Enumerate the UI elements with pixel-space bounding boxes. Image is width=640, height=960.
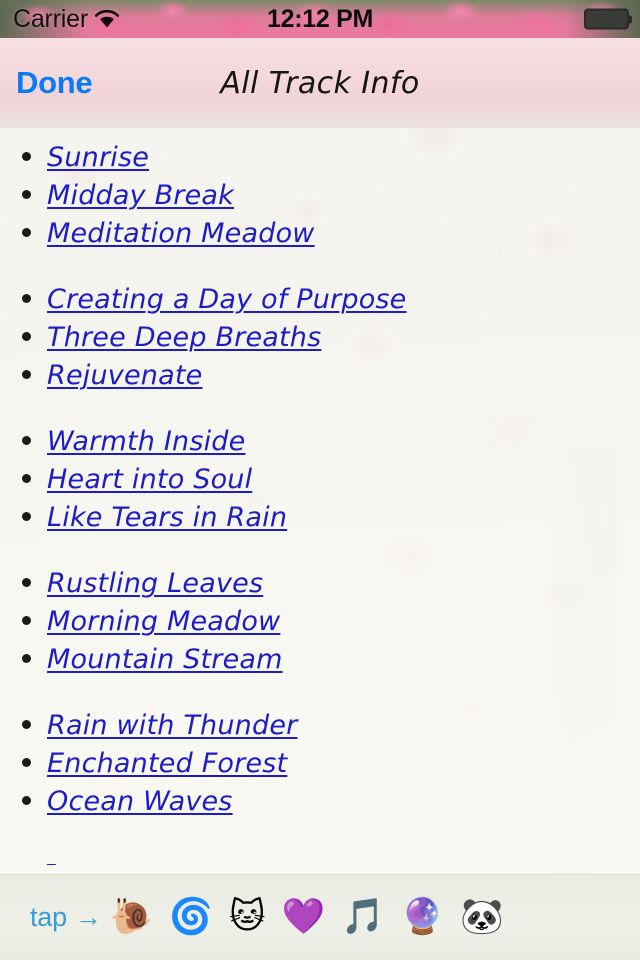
track-link[interactable]: Morning Meadow bbox=[47, 606, 280, 637]
app-screen: Carrier 12:12 PM Done All Track Info Sun… bbox=[0, 0, 640, 960]
track-link[interactable]: Three Deep Breaths bbox=[47, 322, 321, 353]
list-item[interactable]: Morning Meadow bbox=[0, 606, 640, 644]
track-group: Creating a Day of Purpose Three Deep Brea… bbox=[0, 284, 640, 398]
done-button[interactable]: Done bbox=[16, 65, 93, 101]
list-item[interactable]: Warmth Inside bbox=[0, 426, 640, 464]
track-link[interactable]: Heart into Soul bbox=[47, 464, 252, 495]
track-groups: Sunrise Midday Break Meditation Meadow Crea… bbox=[0, 142, 640, 824]
track-link[interactable]: Warmth Inside bbox=[47, 426, 245, 457]
list-item[interactable]: Sunrise bbox=[0, 142, 640, 180]
list-bullet bbox=[22, 616, 31, 625]
bottom-toolbar: tap → 🐌 🌀 🐱 💜 🎵 🔮 🐼 bbox=[0, 874, 640, 960]
track-link[interactable]: Sunrise bbox=[47, 142, 149, 173]
navigation-bar: Done All Track Info bbox=[0, 38, 640, 128]
list-bullet bbox=[22, 152, 31, 161]
track-group: Sunrise Midday Break Meditation Meadow bbox=[0, 142, 640, 256]
track-link[interactable]: Meditation Meadow bbox=[47, 218, 315, 249]
track-group: Rain with Thunder Enchanted Forest Ocean W… bbox=[0, 710, 640, 824]
list-bullet bbox=[22, 436, 31, 445]
list-bullet bbox=[22, 796, 31, 805]
list-bullet bbox=[22, 578, 31, 587]
cat-face-icon[interactable]: 🐱 bbox=[229, 900, 266, 935]
list-bullet bbox=[22, 758, 31, 767]
panda-face-icon[interactable]: 🐼 bbox=[460, 900, 504, 935]
clipped-next-track-row bbox=[0, 864, 640, 874]
status-bar: Carrier 12:12 PM bbox=[0, 0, 640, 38]
list-item[interactable]: Mountain Stream bbox=[0, 644, 640, 682]
tap-hint-text: tap bbox=[30, 902, 67, 932]
list-item[interactable]: Heart into Soul bbox=[0, 464, 640, 502]
tap-hint: tap → bbox=[30, 902, 102, 933]
status-bar-clock: 12:12 PM bbox=[267, 4, 373, 33]
list-item[interactable]: Like Tears in Rain bbox=[0, 502, 640, 540]
list-item[interactable]: Enchanted Forest bbox=[0, 748, 640, 786]
track-group: Rustling Leaves Morning Meadow Mountain St… bbox=[0, 568, 640, 682]
track-link[interactable]: Rustling Leaves bbox=[47, 568, 263, 599]
list-bullet bbox=[22, 332, 31, 341]
list-item[interactable]: Midday Break bbox=[0, 180, 640, 218]
battery-full-icon bbox=[584, 8, 632, 30]
toolbar-emoji-buttons: 🐌 🌀 🐱 💜 🎵 🔮 🐼 bbox=[108, 900, 512, 935]
list-item[interactable]: Rain with Thunder bbox=[0, 710, 640, 748]
track-link[interactable]: Rejuvenate bbox=[47, 360, 202, 391]
list-item[interactable]: Rustling Leaves bbox=[0, 568, 640, 606]
track-link[interactable]: Ocean Waves bbox=[47, 786, 233, 817]
battery-cap bbox=[629, 15, 632, 23]
list-item[interactable]: Ocean Waves bbox=[0, 786, 640, 824]
track-link[interactable]: Mountain Stream bbox=[47, 644, 283, 675]
list-item[interactable]: Meditation Meadow bbox=[0, 218, 640, 256]
track-link[interactable]: Creating a Day of Purpose bbox=[47, 284, 407, 315]
list-bullet bbox=[22, 294, 31, 303]
track-link[interactable]: Midday Break bbox=[47, 180, 234, 211]
list-item[interactable]: Rejuvenate bbox=[0, 360, 640, 398]
list-bullet bbox=[22, 512, 31, 521]
right-arrow-icon: → bbox=[74, 902, 102, 932]
status-bar-right bbox=[584, 8, 632, 30]
track-link[interactable]: Enchanted Forest bbox=[47, 748, 287, 779]
list-bullet bbox=[22, 190, 31, 199]
track-link-partial[interactable] bbox=[47, 864, 56, 867]
cyclone-icon[interactable]: 🌀 bbox=[169, 900, 213, 935]
musical-notes-icon[interactable]: 🎵 bbox=[341, 900, 385, 935]
snail-icon[interactable]: 🐌 bbox=[110, 900, 154, 935]
list-item[interactable]: Three Deep Breaths bbox=[0, 322, 640, 360]
track-link[interactable]: Like Tears in Rain bbox=[47, 502, 287, 533]
track-list-scroll-area[interactable]: Sunrise Midday Break Meditation Meadow Crea… bbox=[0, 128, 640, 874]
page-title: All Track Info bbox=[220, 65, 420, 101]
track-link[interactable]: Rain with Thunder bbox=[47, 710, 297, 741]
list-bullet bbox=[22, 474, 31, 483]
list-bullet bbox=[22, 720, 31, 729]
list-bullet bbox=[22, 370, 31, 379]
list-item[interactable]: Creating a Day of Purpose bbox=[0, 284, 640, 322]
purple-heart-icon[interactable]: 💜 bbox=[281, 900, 325, 935]
list-bullet bbox=[22, 228, 31, 237]
list-bullet bbox=[22, 654, 31, 663]
crystal-ball-icon[interactable]: 🔮 bbox=[401, 900, 445, 935]
track-group: Warmth Inside Heart into Soul Like Tears i… bbox=[0, 426, 640, 540]
